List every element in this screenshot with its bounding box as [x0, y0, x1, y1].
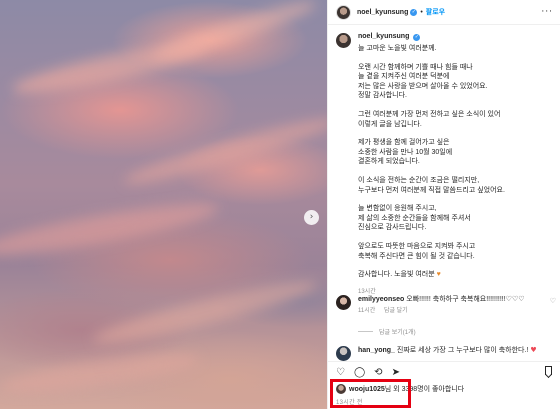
repost-icon[interactable]: ⟲ — [374, 367, 382, 378]
author-avatar[interactable] — [336, 4, 351, 20]
comment-item: han_yong_ 진짜로 세상 가장 그 누구보다 많이 축하한다.! ♥ — [336, 346, 556, 361]
view-replies-button[interactable]: 답글 보기(1개) — [358, 327, 416, 336]
caption-paragraph: 늘 고마운 노을빛 여러분께. — [358, 45, 437, 52]
heart-icon[interactable]: ♡ — [336, 367, 345, 378]
commenter-username[interactable]: emilyyeonseo — [358, 296, 404, 303]
cloud-streak — [90, 272, 320, 352]
verified-badge-icon: ✓ — [410, 8, 418, 16]
author-username[interactable]: noel_kyunsung — [357, 9, 408, 16]
comment-text: 진짜로 세상 가장 그 누구보다 많이 축하한다.! — [396, 347, 529, 354]
caption-closing: 감사합니다. 노을빛 여러분 ♥ — [358, 271, 441, 279]
follow-button[interactable]: 팔로우 — [426, 7, 445, 17]
comment-text: 오빠!!!!!! 축하하구 축복해요!!!!!!!!!!♡♡♡ — [406, 296, 525, 303]
commenter-avatar[interactable] — [336, 295, 351, 310]
commenter-avatar[interactable] — [336, 346, 351, 361]
bookmark-icon[interactable] — [545, 366, 552, 375]
caption-paragraph: 앞으로도 따뜻한 마음으로 지켜봐 주시고 축복해 주신다면 큰 힘이 될 것 … — [358, 242, 476, 260]
caption-paragraph: 그런 여러분께 가장 먼저 전하고 싶은 소식이 있어 이렇게 글을 남깁니다. — [358, 110, 501, 128]
comment-timestamp: 11시간 — [358, 308, 376, 314]
cloud-streak — [121, 110, 327, 192]
post-photo: › — [0, 0, 327, 409]
cloud-streak — [0, 346, 201, 400]
post-header: noel_kyunsung ✓ • 팔로우 ··· — [328, 0, 560, 25]
more-horizontal-icon[interactable]: ··· — [541, 7, 553, 17]
caption-paragraph: 제가 평생을 함께 걸어가고 싶은 소중한 사람을 만나 10월 30일에 결혼… — [358, 139, 453, 166]
caption: noel_kyunsung ✓ 늘 고마운 노을빛 여러분께. 오랜 시간 함께… — [336, 33, 556, 295]
orange-heart-icon: ♥ — [436, 271, 441, 279]
comment-like-heart-icon[interactable]: ♡ — [550, 297, 556, 305]
comment-item: emilyyeonseo 오빠!!!!!! 축하하구 축복해요!!!!!!!!!… — [336, 295, 556, 316]
caption-username[interactable]: noel_kyunsung ✓ — [358, 33, 553, 41]
caption-paragraph: 이 소식을 전하는 순간이 조금은 떨리지만, 누구보다 먼저 여러분께 직접 … — [358, 176, 505, 194]
action-bar: ♡ ◯ ⟲ ➤ — [328, 361, 560, 379]
reply-button[interactable]: 답글 달기 — [384, 308, 408, 314]
post-panel: noel_kyunsung ✓ • 팔로우 ··· noel_kyunsung … — [327, 0, 560, 409]
post-viewer: › noel_kyunsung ✓ • 팔로우 ··· noel_kyunsun… — [0, 0, 560, 409]
verified-badge-icon: ✓ — [413, 34, 421, 41]
highlight-box — [330, 379, 411, 408]
cloud-streak — [9, 34, 211, 102]
red-heart-icon: ♥ — [530, 346, 537, 354]
view-replies-label[interactable]: 답글 보기(1개) — [379, 327, 416, 336]
separator-dot: • — [420, 8, 423, 16]
divider — [358, 331, 373, 332]
chevron-right-icon[interactable]: › — [310, 212, 314, 222]
caption-avatar[interactable] — [336, 33, 351, 48]
caption-timestamp: 13시간 — [358, 288, 376, 295]
comment-icon[interactable]: ◯ — [354, 367, 365, 378]
caption-paragraph: 늘 변함없이 응원해 주시고, 제 삶의 소중한 순간들을 함께해 주셔서 진심… — [358, 205, 471, 232]
caption-paragraph: 오랜 시간 함께하며 기쁠 때나 힘들 때나 늘 곁을 지켜주신 여러분 덕분에… — [358, 63, 488, 100]
commenter-username[interactable]: han_yong_ — [358, 347, 395, 354]
next-image-button[interactable]: › — [304, 210, 319, 225]
cloud-streak — [0, 194, 221, 264]
share-icon[interactable]: ➤ — [392, 367, 400, 378]
